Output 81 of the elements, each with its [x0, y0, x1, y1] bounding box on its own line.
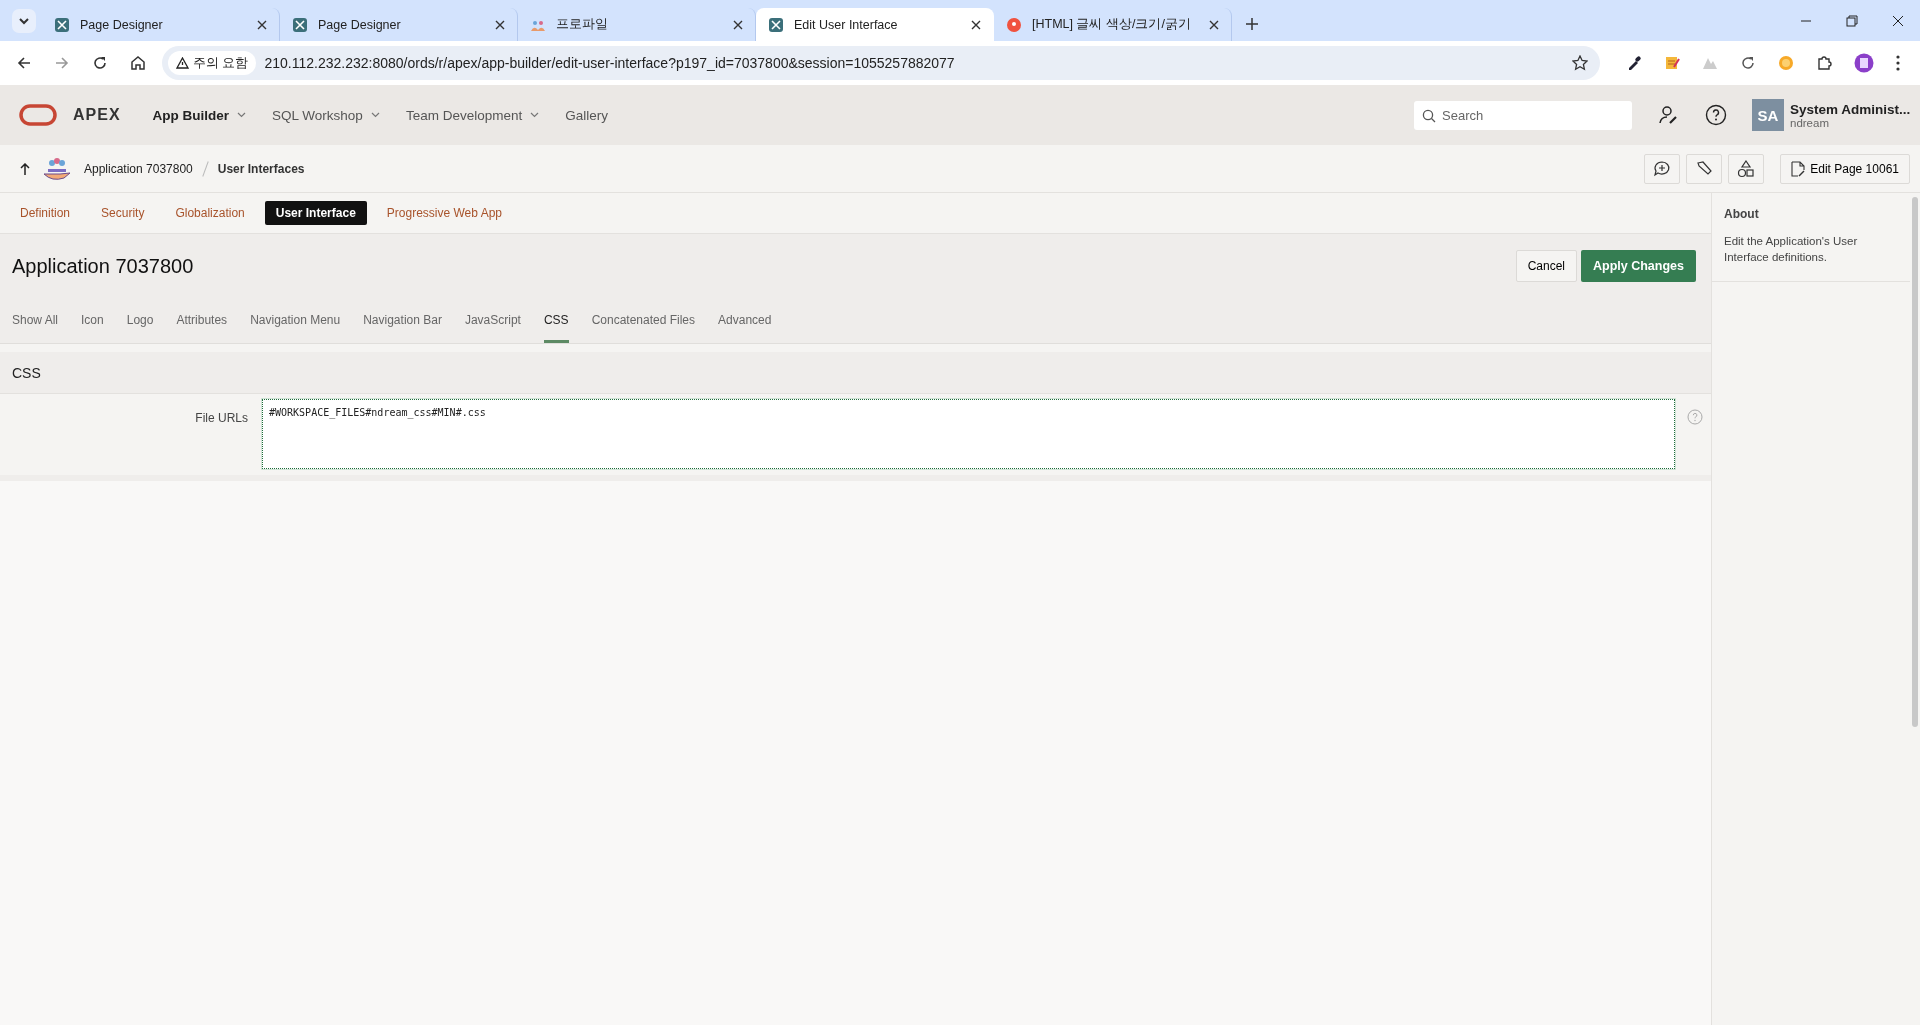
apex-favicon-icon: [768, 16, 784, 33]
tab-title: Page Designer: [80, 17, 164, 32]
close-icon[interactable]: [1209, 19, 1219, 30]
reload-icon[interactable]: [92, 55, 108, 71]
flashlight-button[interactable]: [1686, 153, 1723, 184]
tab-title: [HTML] 글씨 색상/크기/굵기: [1032, 16, 1192, 33]
tab-title: 프로파일: [556, 16, 609, 33]
close-icon[interactable]: [971, 19, 981, 30]
close-icon[interactable]: [495, 19, 505, 30]
close-icon[interactable]: [1892, 15, 1904, 27]
eyedropper-icon[interactable]: [1626, 55, 1642, 71]
close-icon[interactable]: [257, 19, 267, 30]
notepad-icon[interactable]: [1664, 55, 1680, 71]
user-wrench-icon[interactable]: [1658, 104, 1680, 126]
address-bar[interactable]: 주의 요함 210.112.232.232:8080/ords/r/apex/app-builder/edit-user-interface?p197_id=7037800&session=1055257882077: [162, 46, 1600, 80]
page-tab[interactable]: Progressive Web App: [375, 201, 513, 225]
section-tab[interactable]: Advanced: [718, 313, 772, 343]
search-field[interactable]: Search: [1414, 100, 1632, 130]
workspace-name: ndream: [1790, 116, 1829, 129]
up-arrow-icon[interactable]: [20, 162, 30, 175]
page-tab[interactable]: Definition: [9, 201, 82, 225]
section-tab[interactable]: Concatenated Files: [591, 313, 696, 343]
back-icon[interactable]: [16, 55, 32, 71]
apex-favicon-icon: [54, 16, 70, 33]
profile-avatar-icon[interactable]: [1854, 53, 1874, 73]
apply-changes-button[interactable]: Apply Changes: [1581, 250, 1696, 282]
url-text: 210.112.232.232:8080/ords/r/apex/app-builder/edit-user-interface?p197_id=7037800&session=1055257882077: [264, 55, 955, 71]
field-label: File URLs: [194, 410, 248, 425]
tab-title: Page Designer: [318, 17, 402, 32]
more-icon[interactable]: [1896, 55, 1900, 71]
shapes-button[interactable]: [1728, 153, 1765, 184]
about-title: About: [1724, 207, 1760, 221]
tab-title: Edit User Interface: [794, 17, 899, 32]
section-tab[interactable]: Attributes: [176, 313, 228, 343]
help-icon[interactable]: [1705, 104, 1727, 126]
section-tab[interactable]: JavaScript: [464, 313, 521, 343]
scrollbar-thumb[interactable]: [1912, 197, 1918, 727]
page-title: Application 7037800: [12, 254, 194, 278]
section-tab[interactable]: CSS: [543, 313, 569, 343]
user-name: System Administ...: [1790, 101, 1912, 117]
shapes-icon: [1737, 159, 1756, 178]
security-chip[interactable]: 주의 요함: [168, 51, 257, 75]
page-tab[interactable]: User Interface: [264, 201, 367, 225]
close-icon[interactable]: [733, 19, 743, 30]
page-tab[interactable]: Security: [90, 201, 156, 225]
chevron-down-icon: [18, 17, 30, 25]
comment-button[interactable]: [1644, 153, 1681, 184]
section-tab[interactable]: Show All: [12, 313, 59, 343]
region-title: CSS: [12, 364, 41, 381]
about-text: Edit the Application's User Interface definitions.: [1724, 234, 1859, 265]
section-tab[interactable]: Navigation Bar: [363, 313, 442, 343]
section-tab[interactable]: Icon: [81, 313, 104, 343]
section-tab[interactable]: Navigation Menu: [250, 313, 341, 343]
tab-search-button[interactable]: [12, 9, 36, 33]
nav-menu[interactable]: App Builder: [152, 107, 247, 123]
refresh-icon[interactable]: [1740, 55, 1756, 71]
restore-icon[interactable]: [1846, 15, 1858, 27]
cancel-button[interactable]: Cancel: [1515, 250, 1577, 282]
apex-favicon-icon: [292, 16, 308, 33]
blog-favicon-icon: [1006, 16, 1022, 33]
browser-tab[interactable]: Edit User Interface: [756, 8, 994, 41]
oracle-logo-icon[interactable]: [19, 104, 57, 126]
page-edit-icon: [1791, 160, 1806, 177]
puzzle-icon[interactable]: [1816, 55, 1832, 71]
page-tab[interactable]: Globalization: [164, 201, 256, 225]
breadcrumb-current: User Interfaces: [217, 161, 305, 176]
file-urls-field[interactable]: #WORKSPACE_FILES#ndream_css#MIN#.css: [262, 399, 1675, 469]
edit-page-button[interactable]: Edit Page 10061: [1780, 153, 1910, 184]
nav-menu[interactable]: Gallery: [565, 107, 608, 123]
bookmark-star-icon[interactable]: [1572, 55, 1588, 71]
section-tab[interactable]: Logo: [126, 313, 154, 343]
comment-plus-icon: [1653, 159, 1672, 178]
warning-icon: [176, 57, 189, 69]
brand-name[interactable]: APEX: [73, 106, 121, 124]
new-tab-icon[interactable]: [1246, 18, 1258, 30]
user-avatar[interactable]: SA: [1752, 99, 1784, 131]
nav-menu[interactable]: SQL Workshop: [272, 107, 380, 123]
nav-menu[interactable]: Team Development: [405, 107, 540, 123]
breadcrumb-link[interactable]: Application 7037800: [84, 161, 193, 176]
forward-icon[interactable]: [54, 55, 70, 71]
home-icon[interactable]: [130, 55, 146, 71]
